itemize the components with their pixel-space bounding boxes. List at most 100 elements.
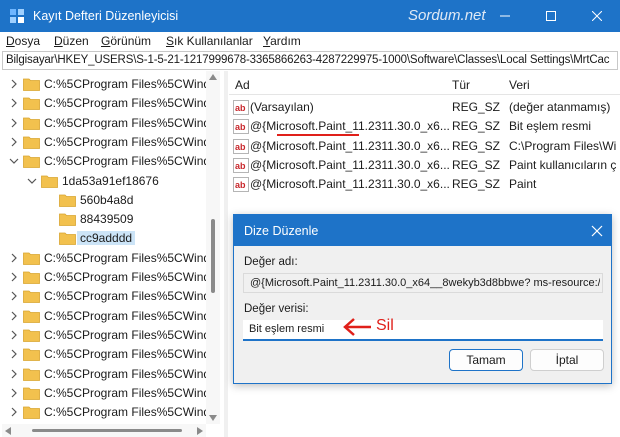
tree-item[interactable]: C:%5CProgram Files%5CWindo: [2, 94, 217, 113]
address-path: Bilgisayar\HKEY_USERS\S-1-5-21-121799967…: [6, 54, 610, 66]
menu-duzen[interactable]: Düzen: [54, 34, 89, 48]
chevron-right-icon[interactable]: [8, 252, 20, 264]
value-row[interactable]: ab (Varsayılan) REG_SZ (değer atanmamış): [229, 98, 620, 117]
tree-item-label: C:%5CProgram Files%5CWindo: [44, 405, 217, 420]
folder-icon: [23, 368, 40, 381]
value-type-cell: REG_SZ: [452, 157, 501, 172]
value-type-cell: REG_SZ: [452, 138, 501, 153]
folder-icon: [23, 329, 40, 342]
chevron-down-icon[interactable]: [8, 155, 20, 167]
tree-scroll-thumb[interactable]: [211, 219, 215, 293]
menu-yardim[interactable]: Yardım: [263, 34, 301, 48]
tree-item[interactable]: C:%5CProgram Files%5CWindo: [2, 152, 217, 171]
value-name-cell: @{Microsoft.Paint_11.2311.30.0_x6...: [250, 119, 450, 134]
svg-text:ab: ab: [235, 180, 246, 190]
chevron-right-icon[interactable]: [8, 348, 20, 360]
value-name-cell: @{Microsoft.Paint_11.2311.30.0_x6...: [250, 138, 450, 153]
column-header-type[interactable]: Tür: [452, 78, 470, 92]
tree-item[interactable]: 1da53a91ef18676: [2, 172, 206, 191]
tree-item[interactable]: C:%5CProgram Files%5CWindo: [2, 345, 217, 364]
tree-item[interactable]: C:%5CProgram Files%5CWindo: [2, 133, 217, 152]
menu-gorunum[interactable]: Görünüm: [101, 34, 151, 48]
close-button[interactable]: [574, 0, 620, 32]
tree-item[interactable]: cc9adddd: [2, 229, 206, 248]
chevron-right-icon[interactable]: [8, 290, 20, 302]
address-bar[interactable]: Bilgisayar\HKEY_USERS\S-1-5-21-121799967…: [2, 51, 618, 70]
chevron-down-icon[interactable]: [26, 175, 38, 187]
menu-sik-kullanilanlar[interactable]: Sık Kullanılanlar: [166, 34, 253, 48]
tree-vertical-scrollbar[interactable]: [206, 71, 220, 424]
value-data-cell: Paint: [509, 177, 537, 192]
tree-item-label: C:%5CProgram Files%5CWindo: [44, 327, 217, 342]
tree-item-label: 1da53a91ef18676: [62, 173, 159, 188]
menu-bar: Dosya Düzen Görünüm Sık Kullanılanlar Ya…: [0, 32, 620, 51]
tree-item[interactable]: C:%5CProgram Files%5CWindo: [2, 75, 217, 94]
value-type-cell: REG_SZ: [452, 119, 501, 134]
scroll-up-icon[interactable]: [209, 74, 217, 80]
chevron-right-icon[interactable]: [8, 310, 20, 322]
column-header-data[interactable]: Veri: [509, 78, 530, 92]
tree-item[interactable]: C:%5CProgram Files%5CWindo: [2, 384, 217, 403]
annotation-sil-text: Sil: [376, 317, 394, 334]
tree-item[interactable]: C:%5CProgram Files%5CWindo: [2, 287, 217, 306]
list-header: Ad Tür Veri: [229, 71, 620, 95]
value-name-field[interactable]: @{Microsoft.Paint_11.2311.30.0_x64__8wek…: [243, 273, 603, 293]
tree-item-label: C:%5CProgram Files%5CWindo: [44, 77, 217, 91]
tree-item[interactable]: C:%5CProgram Files%5CWindo: [2, 114, 217, 133]
chevron-right-icon[interactable]: [8, 406, 20, 418]
tree-item-label: C:%5CProgram Files%5CWindo: [44, 385, 217, 400]
chevron-right-icon[interactable]: [8, 368, 20, 380]
ok-button[interactable]: Tamam: [449, 349, 523, 371]
annotation-underline: [277, 134, 359, 136]
dialog-title-bar: Dize Düzenle: [234, 215, 611, 246]
svg-text:ab: ab: [235, 142, 246, 152]
svg-text:ab: ab: [235, 161, 246, 171]
maximize-button[interactable]: [528, 0, 574, 32]
tree-horizontal-scrollbar[interactable]: [2, 424, 206, 437]
column-header-name[interactable]: Ad: [235, 78, 250, 92]
scroll-right-icon[interactable]: [197, 427, 203, 435]
pane-splitter[interactable]: [224, 71, 228, 437]
chevron-right-icon[interactable]: [8, 136, 20, 148]
scroll-left-icon[interactable]: [5, 427, 11, 435]
folder-icon: [23, 271, 40, 284]
folder-icon: [23, 136, 40, 149]
tree-item[interactable]: 560b4a8d: [2, 191, 206, 210]
value-data-input[interactable]: Bit eşlem resmi: [243, 320, 603, 341]
scroll-down-icon[interactable]: [209, 415, 217, 421]
tree-item[interactable]: C:%5CProgram Files%5CWindo: [2, 249, 217, 268]
folder-icon: [23, 348, 40, 362]
chevron-right-icon[interactable]: [8, 78, 20, 90]
tree-item[interactable]: C:%5CProgram Files%5CWindo: [2, 365, 217, 384]
tree-item[interactable]: C:%5CProgram Files%5CWindo: [2, 326, 217, 345]
tree-item[interactable]: C:%5CProgram Files%5CWindo: [2, 268, 217, 287]
chevron-right-icon[interactable]: [8, 117, 20, 129]
cancel-button[interactable]: İptal: [530, 349, 604, 371]
string-value-icon: ab: [233, 138, 249, 154]
tree-item[interactable]: 88439509: [2, 210, 206, 229]
folder-icon: [23, 387, 40, 400]
chevron-right-icon[interactable]: [8, 271, 20, 283]
close-icon: [592, 11, 602, 21]
tree-item-label: 560b4a8d: [80, 192, 134, 207]
folder-icon: [59, 213, 76, 226]
value-row[interactable]: ab @{Microsoft.Paint_11.2311.30.0_x6... RE…: [229, 156, 620, 175]
value-name-cell: (Varsayılan): [250, 100, 314, 114]
chevron-right-icon[interactable]: [8, 329, 20, 341]
value-name-text: @{Microsoft.Paint_11.2311.30.0_x64__8wek…: [250, 277, 600, 289]
minimize-button[interactable]: [482, 0, 528, 32]
tree-hscroll-thumb[interactable]: [32, 429, 182, 432]
tree-item[interactable]: C:%5CProgram Files%5CWindo: [2, 403, 217, 422]
chevron-right-icon[interactable]: [8, 97, 20, 109]
value-row[interactable]: ab @{Microsoft.Paint_11.2311.30.0_x6... RE…: [229, 137, 620, 156]
chevron-right-icon[interactable]: [8, 387, 20, 399]
folder-icon: [23, 97, 40, 111]
menu-dosya[interactable]: Dosya: [6, 34, 40, 48]
value-row[interactable]: ab @{Microsoft.Paint_11.2311.30.0_x6... RE…: [229, 175, 620, 194]
tree-item[interactable]: C:%5CProgram Files%5CWindo: [2, 307, 217, 326]
watermark-text: Sordum.net: [408, 7, 486, 24]
dialog-close-icon[interactable]: [590, 224, 604, 238]
annotation-arrow-icon: [343, 318, 371, 336]
value-name-cell: @{Microsoft.Paint_11.2311.30.0_x6...: [250, 177, 450, 192]
tree-item-label: cc9adddd: [77, 231, 136, 246]
